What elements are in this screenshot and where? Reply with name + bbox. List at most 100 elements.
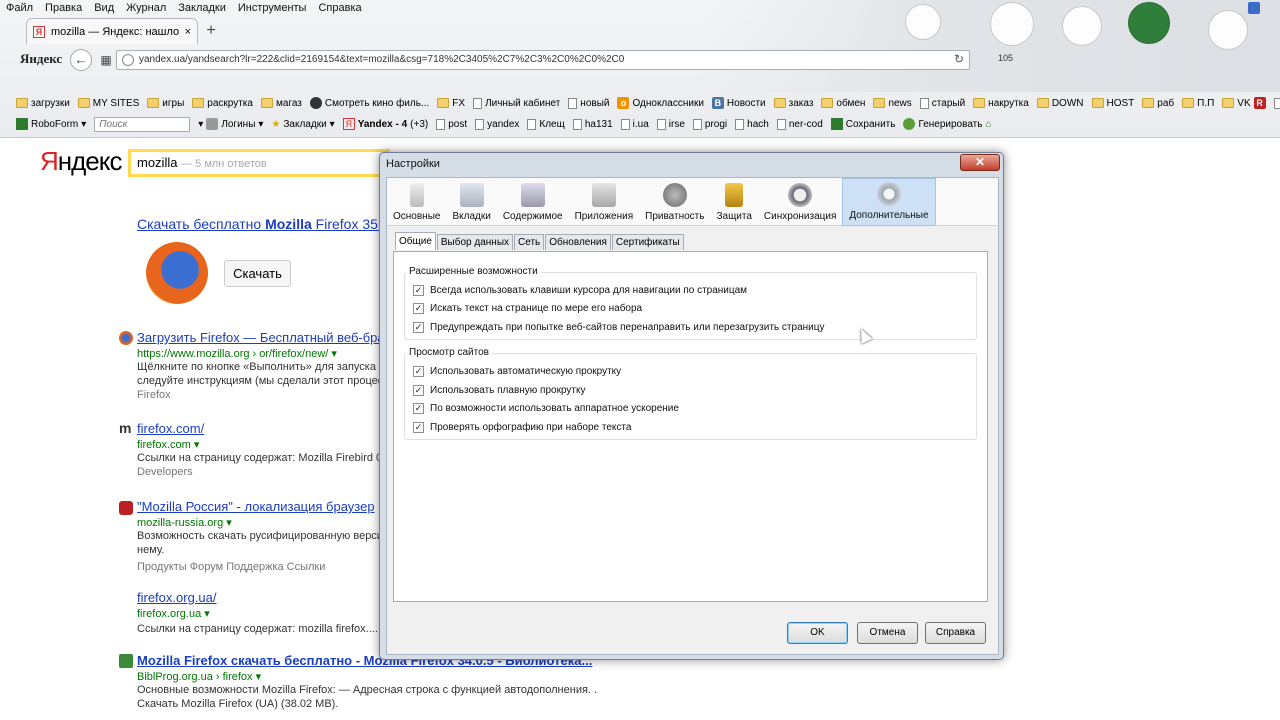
bookmarks-button[interactable]: ★ Закладки ▾ xyxy=(271,119,334,130)
bookmark-item[interactable]: VK R xyxy=(1222,97,1266,109)
firefox-logo-icon[interactable] xyxy=(146,242,208,304)
bookmark-item[interactable]: обмен xyxy=(821,98,865,109)
result-title[interactable]: firefox.org.ua/ xyxy=(137,590,382,605)
pane-privacy[interactable]: Приватность xyxy=(639,178,710,226)
toolbar-link[interactable]: post xyxy=(436,118,467,130)
toolbar-link[interactable]: Клещ xyxy=(527,118,565,130)
bookmark-item[interactable]: П.П xyxy=(1182,98,1214,109)
window-restore-icon[interactable] xyxy=(1248,2,1260,14)
result-sitelink[interactable]: Firefox xyxy=(137,388,382,402)
search-input[interactable] xyxy=(94,116,191,132)
bookmark-item[interactable]: накрутка xyxy=(973,98,1029,109)
bookmark-item[interactable]: раб xyxy=(1142,98,1174,109)
checkbox-row[interactable]: ✓ Всегда использовать клавиши курсора для… xyxy=(413,285,747,296)
tab-data-choices[interactable]: Выбор данных xyxy=(436,234,514,250)
ad-link[interactable]: Скачать бесплатно Mozilla Firefox 35 с п xyxy=(137,216,382,232)
toolbar-link[interactable]: hach xyxy=(735,118,769,130)
checkbox-row[interactable]: ✓ Использовать плавную прокрутку xyxy=(413,385,586,396)
tab-general[interactable]: Общие xyxy=(395,232,436,250)
bookmark-item[interactable]: Личный кабинет xyxy=(473,97,560,109)
bookmark-item[interactable]: новый xyxy=(568,97,609,109)
bookmark-item[interactable]: DOWN xyxy=(1036,98,1084,109)
checkbox[interactable]: ✓ xyxy=(413,366,424,377)
cancel-button[interactable]: Отмена xyxy=(857,622,918,644)
new-tab-button[interactable]: + xyxy=(202,22,220,40)
tab-updates[interactable]: Обновления xyxy=(545,234,611,250)
checkbox-row[interactable]: ✓ Использовать автоматическую прокрутку xyxy=(413,366,621,377)
pane-advanced[interactable]: Дополнительные xyxy=(842,178,936,226)
pane-tabs[interactable]: Вкладки xyxy=(446,178,496,226)
menu-file[interactable]: Файл xyxy=(0,0,39,16)
result-sitelinks[interactable]: Продукты Форум Поддержка Ссылки xyxy=(137,560,382,574)
bookmark-item[interactable]: раскрутка xyxy=(192,98,253,109)
back-button[interactable]: ← xyxy=(70,49,92,71)
toolbar-link[interactable]: yandex xyxy=(475,118,519,130)
checkbox[interactable]: ✓ xyxy=(413,385,424,396)
menu-help[interactable]: Справка xyxy=(312,0,367,16)
toolbar-link[interactable]: irse xyxy=(656,118,685,130)
result-url[interactable]: firefox.org.ua ▾ xyxy=(137,607,382,620)
toolbar-link[interactable]: progi xyxy=(692,118,727,130)
result-url[interactable]: mozilla-russia.org ▾ xyxy=(137,516,382,529)
bookmark-item[interactable]: vk xyxy=(1273,97,1280,109)
save-button[interactable]: Сохранить xyxy=(830,118,895,130)
menu-tools[interactable]: Инструменты xyxy=(232,0,313,16)
pane-security[interactable]: Защита xyxy=(710,178,757,226)
bookmark-item[interactable]: Смотреть кино филь... xyxy=(309,97,429,109)
help-button[interactable]: Справка xyxy=(925,622,986,644)
bookmark-item[interactable]: старый xyxy=(919,97,965,109)
menu-edit[interactable]: Правка xyxy=(39,0,88,16)
tab-network[interactable]: Сеть xyxy=(514,234,545,250)
bookmark-item[interactable]: игры xyxy=(147,98,184,109)
result-url[interactable]: firefox.com ▾ xyxy=(137,438,382,451)
toolbar-link[interactable]: i.ua xyxy=(620,118,649,130)
home-icon[interactable]: ⌂ xyxy=(985,119,991,130)
bookmark-item[interactable]: MY SITES xyxy=(77,98,139,109)
bookmark-item[interactable]: news xyxy=(873,98,912,109)
bookmark-item[interactable]: o Одноклассники xyxy=(617,97,704,109)
generate-button[interactable]: Генерировать ⌂ xyxy=(903,118,992,130)
checkbox-row[interactable]: ✓ По возможности использовать аппаратное … xyxy=(413,403,679,414)
yandex-toolbar-logo[interactable]: Яндекс xyxy=(20,51,62,67)
menu-view[interactable]: Вид xyxy=(88,0,120,16)
roboform-button[interactable]: RoboForm ▾ xyxy=(16,118,86,130)
pane-applications[interactable]: Приложения xyxy=(569,178,640,226)
yandex-logo[interactable]: Яндекс xyxy=(40,146,122,177)
checkbox[interactable]: ✓ xyxy=(413,303,424,314)
menu-bookmarks[interactable]: Закладки xyxy=(172,0,232,16)
download-button[interactable]: Скачать xyxy=(224,260,291,287)
checkbox[interactable]: ✓ xyxy=(413,322,424,333)
ok-button[interactable]: OK xyxy=(787,622,848,644)
tab-certificates[interactable]: Сертификаты xyxy=(611,234,684,250)
result-title[interactable]: firefox.com/ xyxy=(137,421,382,436)
bookmark-item[interactable]: FX xyxy=(437,98,465,109)
pane-general[interactable]: Основные xyxy=(387,178,446,226)
browser-tab[interactable]: Я mozilla — Яндекс: нашло... × xyxy=(26,18,198,44)
checkbox-row[interactable]: ✓ Проверять орфографию при наборе текста xyxy=(413,422,631,433)
bookmark-item[interactable]: B Новости xyxy=(711,97,766,109)
tab-close-icon[interactable]: × xyxy=(185,26,191,38)
checkbox[interactable]: ✓ xyxy=(413,285,424,296)
checkbox-row[interactable]: ✓ Искать текст на странице по мере его на… xyxy=(413,303,642,314)
result-sitelink[interactable]: Developers xyxy=(137,465,382,479)
menu-history[interactable]: Журнал xyxy=(120,0,172,16)
bookmark-item[interactable]: HOST xyxy=(1091,98,1134,109)
toolbar-link[interactable]: ner-cod xyxy=(776,118,823,130)
result-url[interactable]: https://www.mozilla.org › or/firefox/new… xyxy=(137,347,382,360)
yandex-button[interactable]: Я Yandex - 4 (+3) xyxy=(342,118,428,130)
bookmark-item[interactable]: заказ xyxy=(773,98,813,109)
toolbar-link[interactable]: ha131 xyxy=(572,118,613,130)
reload-icon[interactable]: ↻ xyxy=(954,52,964,66)
bookmark-item[interactable]: магаз xyxy=(260,98,302,109)
address-bar[interactable]: yandex.ua/yandsearch?lr=222&clid=2169154… xyxy=(116,50,970,70)
bookmark-item[interactable]: загрузки xyxy=(16,98,70,109)
checkbox-row[interactable]: ✓ Предупреждать при попытке веб-сайтов пе… xyxy=(413,322,824,333)
result-url[interactable]: BiblProg.org.ua › firefox ▾ xyxy=(137,670,597,683)
search-input[interactable]: mozilla — 5 млн ответов xyxy=(128,149,390,177)
checkbox[interactable]: ✓ xyxy=(413,403,424,414)
checkbox[interactable]: ✓ xyxy=(413,422,424,433)
close-button[interactable]: ✕ xyxy=(960,154,1000,171)
result-title[interactable]: Загрузить Firefox — Бесплатный веб-бра xyxy=(137,330,382,345)
pane-content[interactable]: Содержимое xyxy=(497,178,569,226)
logins-button[interactable]: ▾ Логины ▾ xyxy=(198,118,263,130)
